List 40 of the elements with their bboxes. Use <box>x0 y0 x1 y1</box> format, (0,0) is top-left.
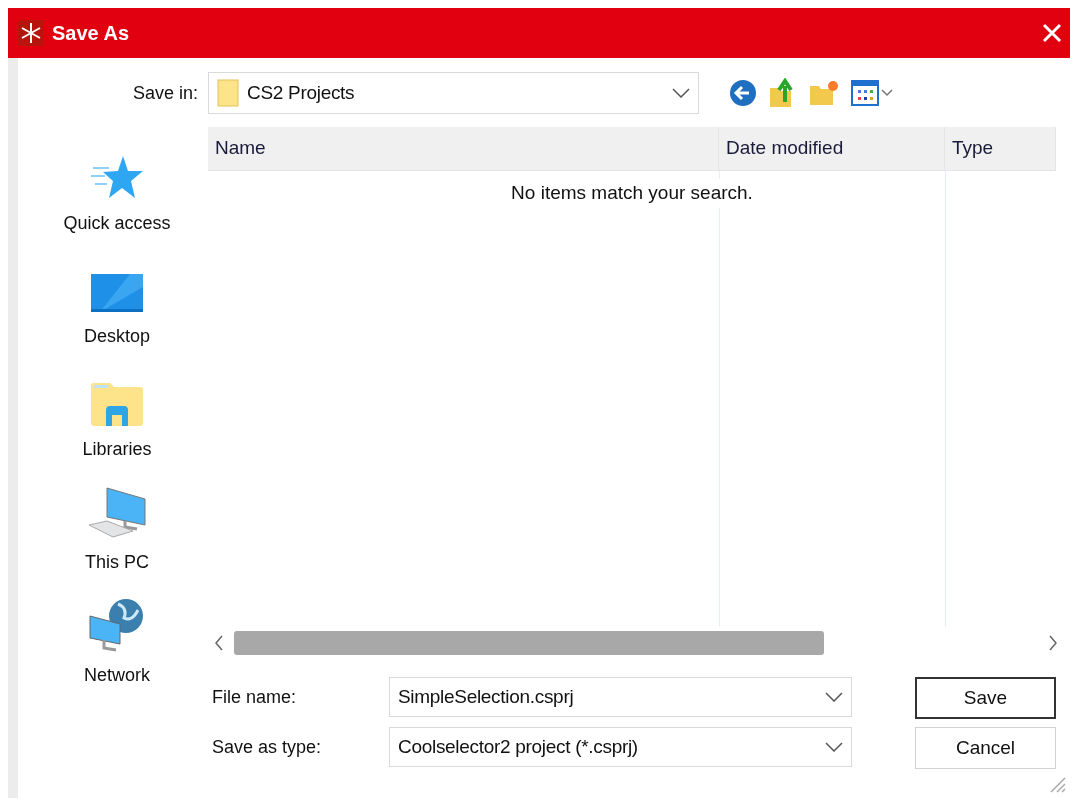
computer-icon <box>87 487 147 539</box>
star-icon <box>89 154 145 200</box>
new-folder-icon[interactable] <box>809 80 839 106</box>
place-label: This PC <box>85 551 149 574</box>
empty-message: No items match your search. <box>511 179 753 208</box>
place-label: Desktop <box>83 325 150 348</box>
place-label: Libraries <box>82 438 152 461</box>
window-title: Save As <box>52 21 130 46</box>
snowflake-icon <box>18 20 44 46</box>
scroll-left-icon <box>214 635 224 651</box>
view-menu-button[interactable] <box>851 80 893 106</box>
place-item[interactable]: Network <box>37 588 197 701</box>
place-item[interactable]: Libraries <box>37 362 197 475</box>
network-icon <box>88 598 146 652</box>
dialog-button[interactable]: Save <box>915 677 1056 719</box>
field-label: Save as type: <box>211 735 323 759</box>
field-label: File name: <box>211 685 298 709</box>
scroll-right-icon <box>1048 635 1058 651</box>
place-item[interactable]: Quick access <box>37 136 197 249</box>
grid-view-icon <box>851 80 879 106</box>
place-item[interactable]: This PC <box>37 475 197 588</box>
column-header[interactable]: Type <box>945 127 1056 170</box>
scrollbar-thumb[interactable] <box>234 631 824 655</box>
combo-value: CS2 Projects <box>247 80 355 105</box>
save-in-combo[interactable]: CS2 Projects <box>208 72 699 114</box>
file-type-combo[interactable]: Coolselector2 project (*.csprj) <box>389 727 852 767</box>
place-label: Quick access <box>63 212 171 235</box>
combo-value: Coolselector2 project (*.csprj) <box>398 734 638 759</box>
monitor-icon <box>90 273 144 313</box>
dialog-button[interactable]: Cancel <box>915 727 1056 769</box>
file-name-combo[interactable]: SimpleSelection.csprj <box>389 677 852 717</box>
close-icon[interactable] <box>1042 23 1062 43</box>
place-item[interactable]: Desktop <box>37 249 197 362</box>
combo-value: SimpleSelection.csprj <box>398 684 574 709</box>
back-icon[interactable] <box>729 79 757 107</box>
caret-icon <box>881 89 893 97</box>
place-label: Network <box>84 664 150 687</box>
column-header[interactable]: Name <box>208 127 719 170</box>
column-header[interactable]: Date modified <box>719 127 945 170</box>
save-in-label: Save in: <box>132 82 198 105</box>
